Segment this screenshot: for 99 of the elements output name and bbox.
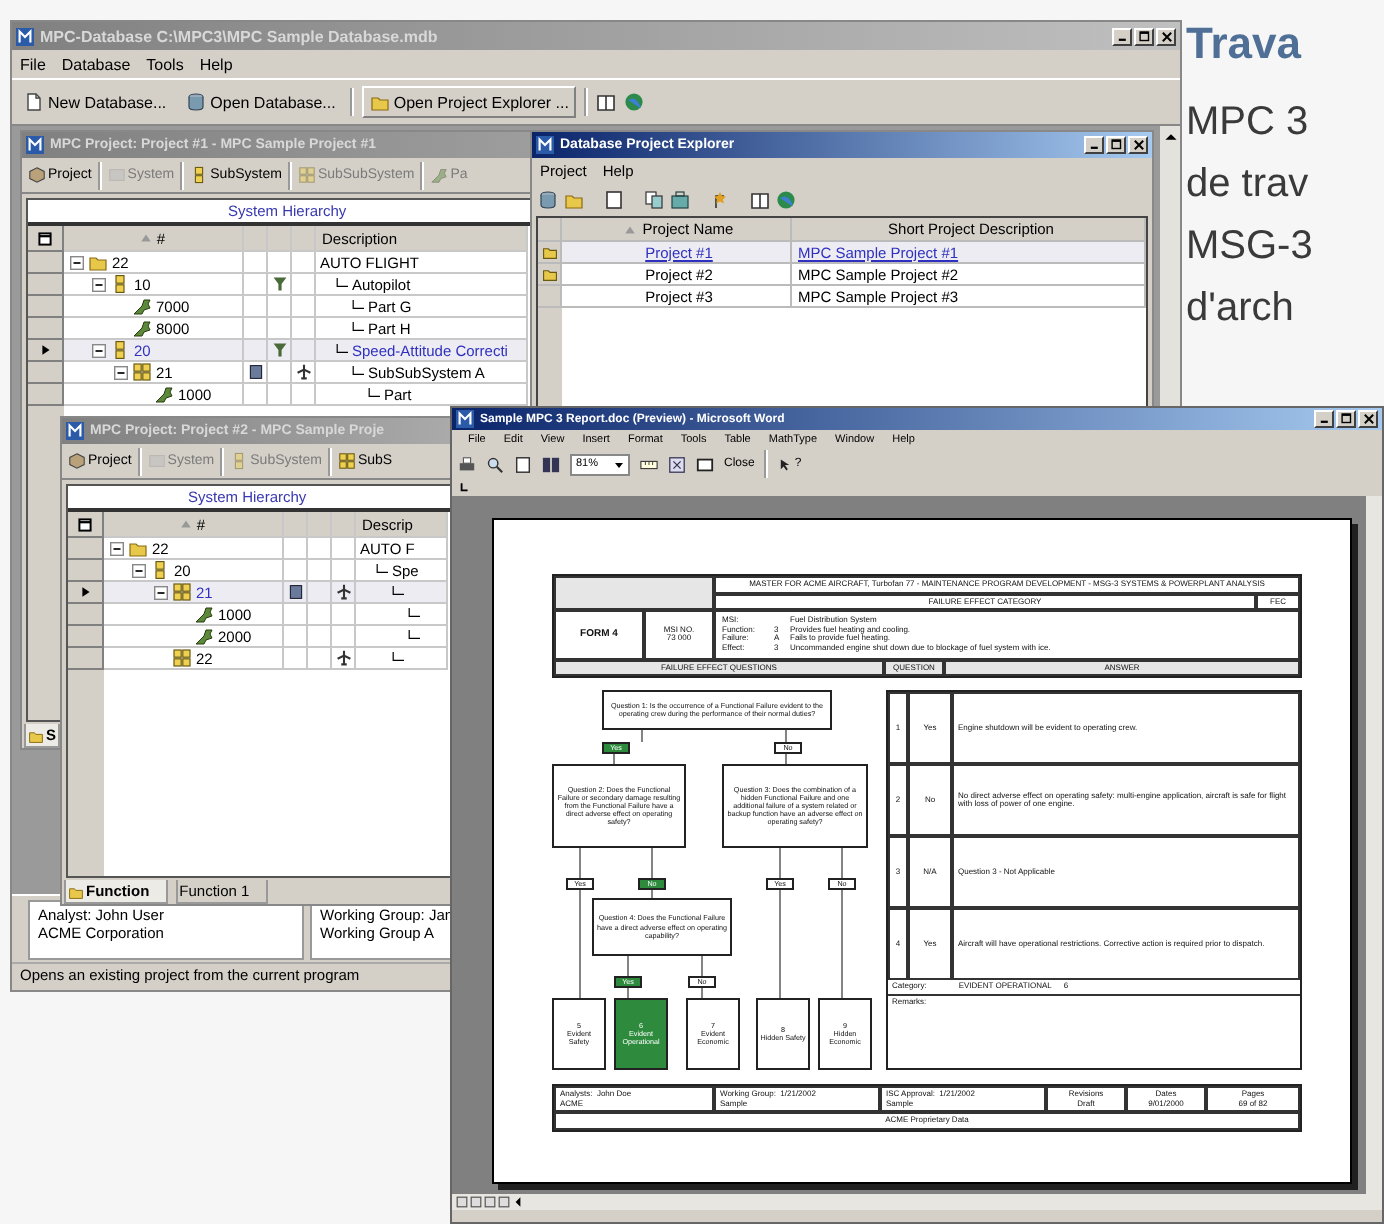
new-item-icon[interactable] [710, 189, 730, 209]
part-icon [430, 166, 449, 184]
branch-line-icon [408, 630, 420, 642]
fullscreen-icon[interactable] [696, 455, 715, 473]
folder-icon [28, 727, 44, 743]
row-pointer-icon [79, 586, 91, 598]
printer-icon[interactable] [458, 455, 476, 473]
part-icon [154, 384, 174, 404]
close-button[interactable] [1358, 410, 1378, 428]
app-icon [26, 136, 44, 154]
paragraph-line: d'arch [1186, 284, 1296, 334]
row-pointer-icon [39, 344, 51, 356]
page-icon[interactable] [514, 455, 532, 473]
minimize-button[interactable] [1084, 136, 1104, 154]
cube-icon [28, 166, 46, 184]
toolbox-icon[interactable] [670, 189, 690, 209]
collapse-icon[interactable] [154, 585, 168, 599]
pointer-icon [778, 457, 793, 471]
maximize-button[interactable] [1336, 410, 1356, 428]
database-icon [186, 92, 207, 112]
collapse-icon[interactable] [132, 563, 146, 577]
branch-line-icon [392, 586, 404, 598]
collapse-icon[interactable] [114, 365, 128, 379]
sort-icon [180, 518, 193, 530]
select-all-icon [78, 517, 92, 531]
horizontal-scrollbar[interactable] [452, 1194, 1382, 1210]
maximize-icon [1137, 29, 1151, 43]
folder-icon [369, 92, 390, 112]
maximize-button[interactable] [1106, 136, 1126, 154]
menu-item[interactable]: Help [199, 55, 233, 73]
stack-icon [150, 560, 170, 580]
page-icon[interactable] [604, 189, 624, 209]
app-icon [536, 136, 554, 154]
cube-icon [68, 452, 86, 470]
branch-line-icon [368, 388, 380, 400]
paragraph-line: MSG-3 [1186, 222, 1315, 272]
branch-line-icon [336, 278, 348, 290]
vertical-scrollbar[interactable] [1160, 126, 1180, 406]
block-icon [107, 166, 126, 184]
scroll-up-icon [1163, 130, 1177, 144]
dropdown-caret-icon [614, 459, 625, 469]
close-icon [1361, 412, 1375, 426]
collapse-icon[interactable] [110, 541, 124, 555]
two-pages-icon[interactable] [542, 455, 560, 473]
stack-icon [110, 340, 130, 360]
maximize-icon [1339, 412, 1353, 426]
select-all-icon [38, 231, 52, 245]
book-icon[interactable] [750, 189, 770, 209]
menu-item[interactable]: File [20, 55, 46, 73]
minimize-button[interactable] [1112, 27, 1132, 45]
toolbar-button[interactable]: Open Project Explorer ... [361, 86, 577, 118]
vertical-scrollbar[interactable] [1366, 496, 1382, 1194]
grid-icon [337, 452, 356, 470]
stack-icon [230, 452, 249, 470]
branch-line-icon [352, 366, 364, 378]
book-icon[interactable] [596, 92, 617, 112]
ruler-icon[interactable] [640, 455, 659, 473]
collapse-icon[interactable] [92, 343, 106, 357]
grid-icon [172, 582, 192, 602]
grid-icon [297, 166, 316, 184]
shrink-icon[interactable] [668, 455, 687, 473]
menu-item[interactable]: Database [61, 55, 131, 73]
block-icon [147, 452, 166, 470]
tab-selector-icon[interactable] [458, 481, 470, 493]
branch-line-icon [392, 652, 404, 664]
branch-line-icon [336, 344, 348, 356]
maximize-icon [1109, 138, 1123, 152]
close-icon [1159, 29, 1173, 43]
grid-icon [132, 362, 152, 382]
collapse-icon[interactable] [70, 255, 84, 269]
maximize-button[interactable] [1134, 27, 1154, 45]
database-icon[interactable] [538, 189, 558, 209]
close-button[interactable] [1128, 136, 1148, 154]
magnifier-icon[interactable] [486, 455, 504, 473]
branch-line-icon [352, 322, 364, 334]
sort-icon [140, 232, 153, 244]
close-button[interactable] [1156, 27, 1176, 45]
globe-icon[interactable] [624, 92, 645, 112]
app-icon [456, 410, 474, 428]
branch-line-icon [376, 564, 388, 576]
toolbar-button[interactable]: Open Database... [180, 90, 342, 114]
app-icon [16, 27, 34, 45]
menu-item[interactable]: Tools [146, 55, 184, 73]
close-icon [1131, 138, 1145, 152]
branch-line-icon [408, 608, 420, 620]
paragraph-line: MPC 3 [1186, 98, 1311, 148]
new-document-icon [24, 92, 44, 112]
branch-line-icon [352, 300, 364, 312]
heading: Trava [1186, 16, 1304, 72]
window-title: MPC-Database C:\MPC3\MPC Sample Database.mdb [40, 27, 438, 45]
grid-icon [172, 648, 192, 668]
toolbar-button[interactable]: New Database... [18, 90, 173, 114]
collapse-icon[interactable] [92, 277, 106, 291]
stack-icon [110, 274, 130, 294]
app-icon [66, 422, 84, 440]
minimize-button[interactable] [1314, 410, 1334, 428]
stack-icon [190, 166, 209, 184]
paragraph-line: de trav [1186, 160, 1311, 210]
copy-icon[interactable] [644, 189, 664, 209]
